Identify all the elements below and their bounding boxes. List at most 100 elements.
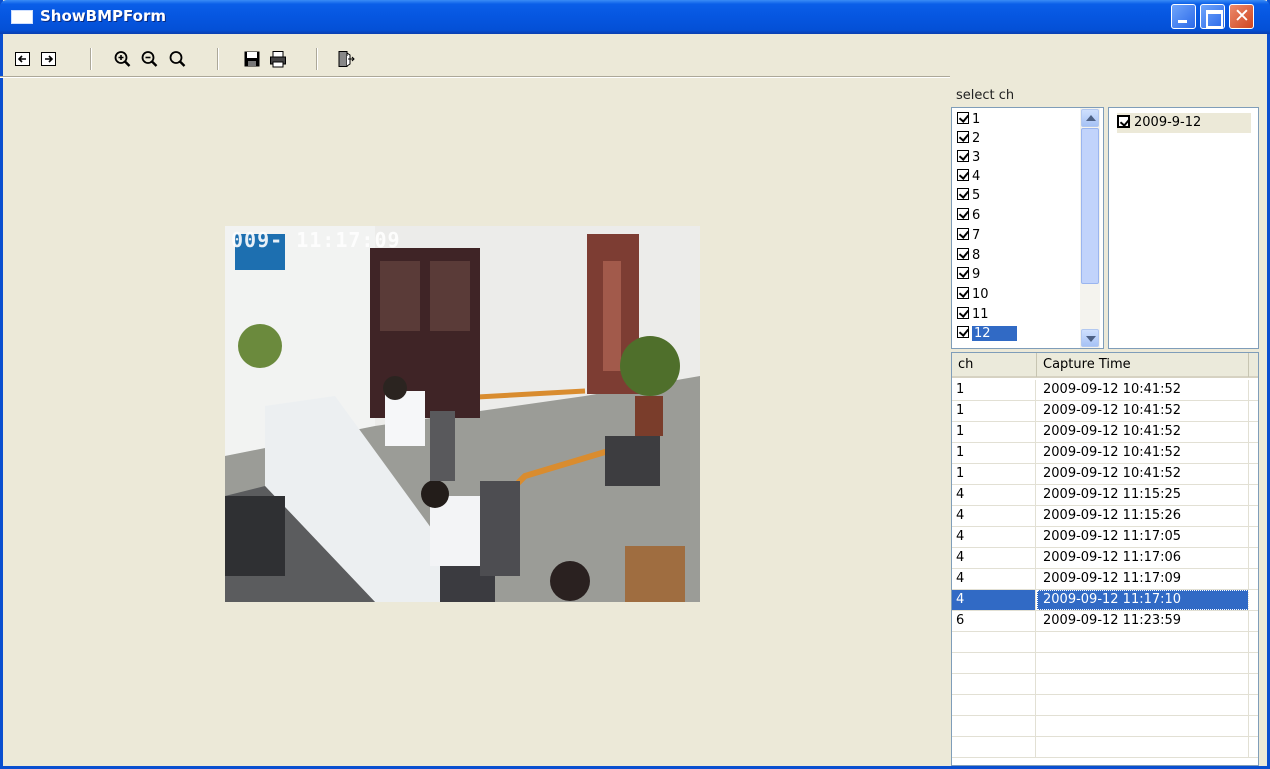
table-row[interactable]: 1 2009-09-12 10:41:52 (952, 401, 1258, 422)
cell-capture-time: 2009-09-12 11:17:09 (1037, 569, 1249, 589)
checkbox-checked-icon[interactable] (957, 112, 969, 124)
zoom-in-icon[interactable] (113, 50, 131, 68)
checkbox-checked-icon[interactable] (957, 208, 969, 220)
cell-capture-time (1037, 695, 1249, 715)
checkbox-checked-icon[interactable] (957, 267, 969, 279)
scroll-thumb[interactable] (1081, 128, 1099, 284)
cell-capture-time: 2009-09-12 11:17:06 (1037, 548, 1249, 568)
zoom-out-icon[interactable] (140, 50, 158, 68)
channel-item[interactable]: 1 (957, 110, 1079, 129)
channel-item-selected[interactable]: 12 (957, 324, 1079, 343)
window-title: ShowBMPForm (40, 7, 166, 25)
title-bar[interactable]: ShowBMPForm ✕ (0, 0, 1270, 34)
table-row[interactable]: 1 2009-09-12 10:41:52 (952, 380, 1258, 401)
toolbar-separator (217, 48, 219, 70)
select-ch-label: select ch (956, 88, 1015, 103)
date-item[interactable]: 2009-9-12 (1117, 113, 1251, 133)
channel-item[interactable]: 5 (957, 186, 1079, 205)
channel-item[interactable]: 10 (957, 285, 1079, 304)
cell-ch (952, 674, 1036, 694)
channel-item[interactable]: 8 (957, 246, 1079, 265)
table-row[interactable]: 4 2009-09-12 11:17:09 (952, 569, 1258, 590)
image-timestamp-overlay: 009- 11:17:09 (231, 228, 401, 252)
chevron-up-icon (1086, 115, 1096, 121)
column-header-capture-time[interactable]: Capture Time (1037, 353, 1249, 377)
exit-icon[interactable] (337, 50, 355, 68)
channel-item[interactable]: 9 (957, 265, 1079, 284)
table-row[interactable]: 4 2009-09-12 11:17:05 (952, 527, 1258, 548)
cell-ch: 4 (952, 569, 1036, 589)
empty-row (952, 674, 1258, 695)
cell-capture-time: 2009-09-12 11:15:26 (1037, 506, 1249, 526)
cell-capture-time: 2009-09-12 10:41:52 (1037, 443, 1249, 463)
grid-header: ch Capture Time (952, 353, 1258, 378)
scroll-up-button[interactable] (1081, 109, 1099, 127)
table-row[interactable]: 4 2009-09-12 11:15:26 (952, 506, 1258, 527)
cell-ch: 1 (952, 422, 1036, 442)
cell-capture-time: 2009-09-12 11:17:10 (1037, 590, 1249, 610)
toolbar (0, 34, 1264, 76)
cell-capture-time: 2009-09-12 11:23:59 (1037, 611, 1249, 631)
checkbox-checked-icon[interactable] (957, 307, 969, 319)
scroll-down-button[interactable] (1081, 329, 1099, 347)
prev-icon[interactable] (14, 50, 32, 68)
cell-ch: 4 (952, 548, 1036, 568)
close-button[interactable]: ✕ (1229, 4, 1254, 29)
save-icon[interactable] (243, 50, 261, 68)
cell-ch (952, 653, 1036, 673)
table-row[interactable]: 1 2009-09-12 10:41:52 (952, 443, 1258, 464)
cell-ch: 1 (952, 464, 1036, 484)
zoom-fit-icon[interactable] (168, 50, 186, 68)
empty-row (952, 737, 1258, 758)
cell-capture-time: 2009-09-12 11:15:25 (1037, 485, 1249, 505)
scene-drawing (225, 226, 700, 602)
channel-list-scrollbar[interactable] (1080, 108, 1100, 348)
table-row[interactable]: 4 2009-09-12 11:17:10 (952, 590, 1258, 611)
cell-capture-time (1037, 674, 1249, 694)
cell-capture-time: 2009-09-12 10:41:52 (1037, 464, 1249, 484)
empty-row (952, 695, 1258, 716)
table-row[interactable]: 1 2009-09-12 10:41:52 (952, 422, 1258, 443)
date-checklist[interactable]: 2009-9-12 (1108, 107, 1259, 349)
channel-item[interactable]: 11 (957, 305, 1079, 324)
checkbox-checked-icon[interactable] (957, 326, 969, 338)
channel-item[interactable]: 7 (957, 226, 1079, 245)
capture-grid[interactable]: ch Capture Time 1 2009-09-12 10:41:52 1 200… (951, 352, 1259, 766)
cell-ch: 1 (952, 443, 1036, 463)
checkbox-checked-icon[interactable] (957, 188, 969, 200)
channel-item[interactable]: 3 (957, 148, 1079, 167)
captured-image[interactable]: 009- 11:17:09 (225, 226, 700, 602)
cell-capture-time: 2009-09-12 11:17:05 (1037, 527, 1249, 547)
print-icon[interactable] (269, 50, 287, 68)
empty-row (952, 716, 1258, 737)
empty-row (952, 632, 1258, 653)
chevron-down-icon (1086, 336, 1096, 342)
checkbox-checked-icon[interactable] (957, 131, 969, 143)
next-icon[interactable] (40, 50, 58, 68)
cell-capture-time (1037, 737, 1249, 757)
checkbox-checked-icon[interactable] (1117, 115, 1130, 128)
toolbar-separator (90, 48, 92, 70)
checkbox-checked-icon[interactable] (957, 228, 969, 240)
empty-row (952, 653, 1258, 674)
cell-capture-time: 2009-09-12 10:41:52 (1037, 380, 1249, 400)
toolbar-separator (316, 48, 318, 70)
channel-item[interactable]: 2 (957, 129, 1079, 148)
table-row[interactable]: 1 2009-09-12 10:41:52 (952, 464, 1258, 485)
cell-ch (952, 716, 1036, 736)
checkbox-checked-icon[interactable] (957, 150, 969, 162)
minimize-button[interactable] (1171, 4, 1196, 29)
cell-ch: 4 (952, 527, 1036, 547)
table-row[interactable]: 4 2009-09-12 11:17:06 (952, 548, 1258, 569)
table-row[interactable]: 4 2009-09-12 11:15:25 (952, 485, 1258, 506)
cell-ch (952, 737, 1036, 757)
checkbox-checked-icon[interactable] (957, 169, 969, 181)
checkbox-checked-icon[interactable] (957, 248, 969, 260)
checkbox-checked-icon[interactable] (957, 287, 969, 299)
maximize-button[interactable] (1200, 4, 1225, 29)
channel-item[interactable]: 6 (957, 206, 1079, 225)
table-row[interactable]: 6 2009-09-12 11:23:59 (952, 611, 1258, 632)
cell-ch: 4 (952, 506, 1036, 526)
column-header-ch[interactable]: ch (952, 353, 1037, 377)
channel-item[interactable]: 4 (957, 167, 1079, 186)
